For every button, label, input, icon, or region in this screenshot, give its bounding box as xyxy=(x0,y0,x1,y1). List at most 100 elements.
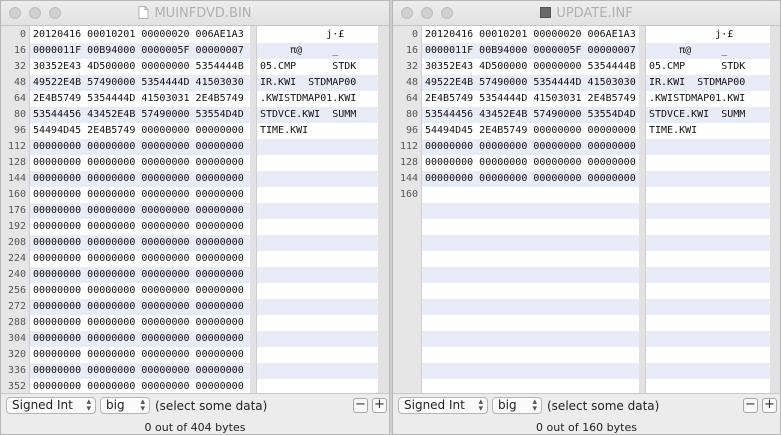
hex-row[interactable]: 00000000 00000000 00000000 00000000 xyxy=(425,139,636,155)
hex-row[interactable]: 00000000 00000000 00000000 00000000 xyxy=(33,235,244,251)
number-type-select[interactable]: Signed Int ▴ ▾ xyxy=(6,397,96,414)
hex-row[interactable]: 00000000 00000000 00000000 00000000 xyxy=(33,187,244,203)
offset-label: 176 xyxy=(7,205,26,216)
row-stripe xyxy=(422,267,639,283)
hex-row[interactable]: 00000000 00000000 00000000 00000000 xyxy=(33,251,244,267)
hex-window-update: UPDATE.INF 0 16 32 48 64 80 96 112 128 144 160 201… xyxy=(392,0,781,435)
offset-label: 48 xyxy=(13,77,26,88)
byte-count-status: 0 out of 160 bytes xyxy=(536,421,637,434)
document-icon xyxy=(138,6,149,19)
hex-row[interactable]: 49522E4B 57490000 5354444D 41503030 xyxy=(425,75,636,91)
hex-pane[interactable]: 20120416 00010201 00000020 006AE1A3 00000… xyxy=(422,26,639,393)
hex-row[interactable]: 0000011F 00B94000 0000005F 00000007 xyxy=(425,43,636,59)
ascii-row[interactable]: π@ _ xyxy=(649,43,727,59)
offset-label: 96 xyxy=(13,125,26,136)
hex-row[interactable]: 49522E4B 57490000 5354444D 41503030 xyxy=(33,75,244,91)
number-type-value: Signed Int xyxy=(12,398,73,412)
hex-row[interactable]: 00000000 00000000 00000000 00000000 xyxy=(425,171,636,187)
ascii-row[interactable]: IR.KWI STDMAP00 xyxy=(260,75,356,91)
offset-label: 160 xyxy=(399,189,418,200)
ascii-row[interactable]: j·£ xyxy=(260,27,344,43)
hex-row[interactable]: 00000000 00000000 00000000 00000000 xyxy=(33,363,244,379)
offset-label: 256 xyxy=(7,285,26,296)
endian-value: big xyxy=(106,398,125,412)
hex-row[interactable]: 2E4B5749 5354444D 41503031 2E4B5749 xyxy=(33,91,244,107)
offset-label: 352 xyxy=(7,381,26,392)
ascii-row[interactable]: .KWISTDMAP01.KWI xyxy=(260,91,356,107)
offset-label: 128 xyxy=(399,157,418,168)
hex-row[interactable]: 20120416 00010201 00000020 006AE1A3 xyxy=(425,27,636,43)
hex-row[interactable]: 30352E43 4D500000 00000000 5354444B xyxy=(33,59,244,75)
number-type-select[interactable]: Signed Int ▴ ▾ xyxy=(398,397,488,414)
remove-button[interactable]: − xyxy=(353,398,368,413)
offset-label: 272 xyxy=(7,301,26,312)
hex-row[interactable]: 00000000 00000000 00000000 00000000 xyxy=(33,219,244,235)
add-button[interactable]: + xyxy=(372,398,387,413)
window-title: UPDATE.INF xyxy=(393,6,780,21)
hex-row[interactable]: 54494D45 2E4B5749 00000000 00000000 xyxy=(425,123,636,139)
hex-row[interactable]: 00000000 00000000 00000000 00000000 xyxy=(33,171,244,187)
hex-row[interactable]: 00000000 00000000 00000000 00000000 xyxy=(33,267,244,283)
hex-row[interactable]: 20120416 00010201 00000020 006AE1A3 xyxy=(33,27,244,43)
hex-row[interactable]: 54494D45 2E4B5749 00000000 00000000 xyxy=(33,123,244,139)
ascii-row[interactable]: .KWISTDMAP01.KWI xyxy=(649,91,745,107)
offset-label: 240 xyxy=(7,269,26,280)
offset-label: 112 xyxy=(399,141,418,152)
endian-select[interactable]: big ▴ ▾ xyxy=(100,397,150,414)
row-stripe xyxy=(422,363,639,379)
document-icon xyxy=(540,7,552,18)
bottom-bar: Signed Int ▴ ▾ big ▴ ▾ (select some data) − … xyxy=(1,393,389,434)
ascii-row[interactable]: IR.KWI STDMAP00 xyxy=(649,75,745,91)
title-bar[interactable]: UPDATE.INF xyxy=(393,1,780,26)
offset-label: 224 xyxy=(7,253,26,264)
hex-row[interactable]: 00000000 00000000 00000000 00000000 xyxy=(33,283,244,299)
ascii-row[interactable]: 05.CMP STDK xyxy=(260,59,356,75)
scroll-track[interactable] xyxy=(770,26,780,393)
remove-button[interactable]: − xyxy=(743,398,758,413)
row-stripe xyxy=(646,363,770,379)
hex-row[interactable]: 00000000 00000000 00000000 00000000 xyxy=(33,139,244,155)
title-bar[interactable]: MUINFDVD.BIN xyxy=(1,1,389,26)
row-stripe xyxy=(422,299,639,315)
ascii-row[interactable]: TIME.KWI xyxy=(649,123,697,139)
hex-row[interactable]: 53544456 43452E4B 57490000 53554D4D xyxy=(33,107,244,123)
byte-count-status: 0 out of 404 bytes xyxy=(144,421,246,434)
offset-label: 80 xyxy=(405,109,418,120)
hex-pane[interactable]: 20120416 00010201 00000020 006AE1A3 00000… xyxy=(30,26,250,393)
add-button[interactable]: + xyxy=(762,398,777,413)
row-stripe xyxy=(646,203,770,219)
hex-row[interactable]: 00000000 00000000 00000000 00000000 xyxy=(425,155,636,171)
hex-row[interactable]: 53544456 43452E4B 57490000 53554D4D xyxy=(425,107,636,123)
hex-row[interactable]: 30352E43 4D500000 00000000 5354444B xyxy=(425,59,636,75)
selection-hint: (select some data) xyxy=(547,399,660,413)
hex-row[interactable]: 0000011F 00B94000 0000005F 00000007 xyxy=(33,43,244,59)
hex-row[interactable]: 00000000 00000000 00000000 00000000 xyxy=(33,203,244,219)
row-stripe xyxy=(646,171,770,187)
offset-label: 16 xyxy=(13,45,26,56)
select-arrows-icon: ▴ ▾ xyxy=(140,397,145,414)
hex-row[interactable]: 00000000 00000000 00000000 00000000 xyxy=(33,379,244,393)
hex-view[interactable]: 0 16 32 48 64 80 96 112 128 144 160 176 192 208 224 240… xyxy=(1,26,389,393)
ascii-row[interactable]: STDVCE.KWI SUMM xyxy=(649,107,745,123)
ascii-row[interactable]: TIME.KWI xyxy=(260,123,308,139)
ascii-row[interactable]: π@ _ xyxy=(260,43,338,59)
row-stripe xyxy=(257,331,378,347)
ascii-row[interactable]: STDVCE.KWI SUMM xyxy=(260,107,356,123)
hex-view[interactable]: 0 16 32 48 64 80 96 112 128 144 160 20120416 00010… xyxy=(393,26,780,393)
hex-row[interactable]: 00000000 00000000 00000000 00000000 xyxy=(33,315,244,331)
hex-row[interactable]: 2E4B5749 5354444D 41503031 2E4B5749 xyxy=(425,91,636,107)
hex-row[interactable]: 00000000 00000000 00000000 00000000 xyxy=(33,299,244,315)
ascii-row[interactable]: 05.CMP STDK xyxy=(649,59,745,75)
ascii-row[interactable]: j·£ xyxy=(649,27,733,43)
window-title-text: MUINFDVD.BIN xyxy=(154,6,252,21)
hex-row[interactable]: 00000000 00000000 00000000 00000000 xyxy=(33,331,244,347)
offset-label: 32 xyxy=(405,61,418,72)
row-stripe xyxy=(422,331,639,347)
hex-row[interactable]: 00000000 00000000 00000000 00000000 xyxy=(33,347,244,363)
scroll-track[interactable] xyxy=(378,26,389,393)
hex-row[interactable]: 00000000 00000000 00000000 00000000 xyxy=(33,155,244,171)
ascii-pane[interactable]: j·£ π@ _ 05.CMP STDK IR.KWI STDMAP00 .KWIST… xyxy=(256,26,378,393)
ascii-pane[interactable]: j·£ π@ _ 05.CMP STDK IR.KWI STDMAP00 .KWIST… xyxy=(645,26,770,393)
offset-label: 160 xyxy=(7,189,26,200)
endian-select[interactable]: big ▴ ▾ xyxy=(492,397,542,414)
